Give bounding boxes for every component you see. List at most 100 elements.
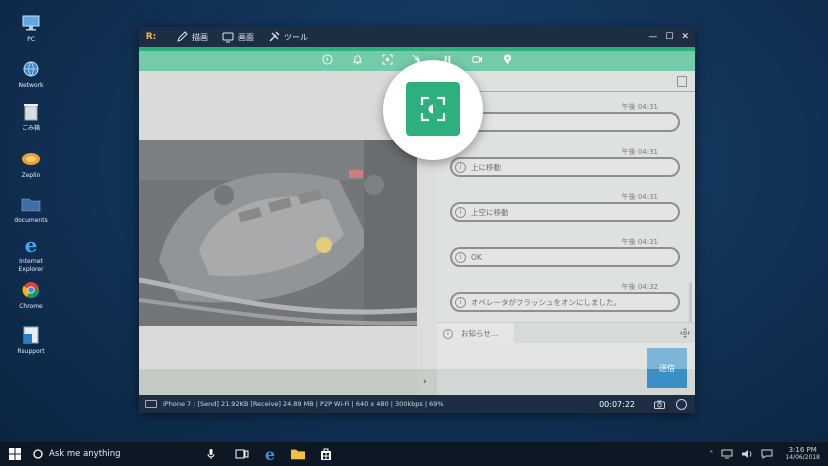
clipboard-icon[interactable] — [677, 76, 687, 87]
message-time: 午後 04:31 — [621, 238, 658, 246]
task-view-icon — [235, 449, 249, 459]
task-view-button[interactable] — [235, 447, 249, 461]
video-button[interactable] — [470, 52, 484, 66]
network-tray-icon[interactable] — [721, 449, 733, 459]
taskbar-edge[interactable]: e — [263, 444, 277, 464]
computer-icon — [20, 12, 42, 34]
desktop-icon-label: PC — [27, 36, 35, 43]
clock[interactable]: 3:16 PM 14/06/2018 — [785, 446, 820, 462]
chat-tabbar: i お知らせ… — [437, 322, 695, 344]
desktop-icon-pc[interactable]: PC — [10, 12, 52, 44]
tools-icon — [269, 31, 280, 42]
screenshot-button-highlight[interactable] — [406, 82, 460, 136]
video-icon — [471, 55, 482, 63]
start-button[interactable] — [0, 448, 30, 460]
location-button[interactable] — [500, 52, 514, 66]
desktop-icon-label: Chrome — [19, 303, 43, 310]
message-text: OK — [471, 252, 482, 262]
message-bubble: i OK — [450, 247, 680, 267]
system-tray: ˄ 3:16 PM 14/06/2018 — [709, 446, 820, 462]
chat-scrollbar[interactable] — [689, 282, 692, 327]
desktop-icon-internet-explorer[interactable]: e Internet Explorer — [10, 234, 52, 274]
info-icon: i — [455, 161, 466, 173]
zeplin-icon — [20, 148, 42, 170]
connection-status: iPhone 7 : [Send] 21.92KB [Receive] 24.8… — [163, 400, 444, 408]
folder-icon — [291, 449, 305, 460]
minimize-button[interactable]: — — [648, 32, 657, 42]
internet-explorer-icon: e — [24, 233, 38, 257]
menu-draw[interactable]: 描画 — [176, 31, 208, 43]
message-time: 午後 04:31 — [621, 193, 658, 201]
remote-view-pane[interactable] — [139, 71, 417, 395]
info-icon: i — [455, 251, 466, 263]
pointer-button[interactable] — [320, 52, 334, 66]
action-center-icon[interactable] — [761, 449, 773, 459]
chat-message: 午後 04:31 i 上に移動 — [450, 147, 680, 177]
windows-icon — [9, 448, 21, 460]
message-input[interactable]: 送信 — [437, 343, 695, 395]
record-icon[interactable] — [676, 398, 687, 410]
taskbar-search[interactable]: Ask me anything — [33, 449, 213, 459]
move-icon[interactable] — [679, 327, 691, 339]
maximize-button[interactable]: ☐ — [665, 32, 673, 42]
desktop-icon-documents[interactable]: documents — [10, 193, 52, 225]
chevron-right-icon: › — [423, 377, 427, 387]
desktop-icon-label: documents — [14, 217, 48, 224]
taskbar-store[interactable] — [319, 447, 333, 461]
close-button[interactable]: ✕ — [681, 32, 689, 42]
message-time: 午後 04:32 — [621, 283, 658, 291]
search-placeholder: Ask me anything — [49, 449, 121, 459]
desktop-icon-recycle-bin[interactable]: ごみ箱 — [10, 101, 52, 133]
chat-message: 午後 04:32 i オペレータがフラッシュをオンにしました。 — [450, 282, 680, 312]
message-text: 上空に移動 — [471, 207, 509, 217]
chat-message: 午後 04:31 i 上空に移動 — [450, 192, 680, 222]
desktop-icon-chrome[interactable]: Chrome — [10, 279, 52, 311]
status-bar: iPhone 7 : [Send] 21.92KB [Receive] 24.8… — [139, 395, 695, 413]
taskbar-file-explorer[interactable] — [291, 447, 305, 461]
desktop-icon-label: Internet Explorer — [18, 258, 44, 273]
tab-notices-label: お知らせ… — [461, 329, 499, 338]
chat-message: 午後 04:31 i OK — [450, 237, 680, 267]
screenshot-icon — [381, 53, 393, 65]
info-icon: i — [443, 328, 453, 339]
screenshot-button[interactable] — [380, 52, 394, 66]
microphone-icon[interactable] — [207, 448, 215, 460]
edge-icon: e — [264, 444, 276, 464]
info-icon: i — [455, 296, 466, 308]
store-icon — [321, 448, 331, 460]
chrome-icon — [20, 279, 42, 301]
volume-icon[interactable] — [741, 449, 753, 459]
pointer-icon — [321, 53, 333, 65]
message-time: 午後 04:31 — [621, 148, 658, 156]
message-bubble: i オペレータがフラッシュをオンにしました。 — [450, 292, 680, 312]
camera-feed-image — [139, 140, 417, 326]
session-timer: 00:07:22 — [599, 399, 635, 409]
chat-message: 午後 04:31 — [450, 102, 680, 132]
camera-icon[interactable] — [654, 400, 665, 409]
screenshot-icon — [420, 96, 446, 122]
network-icon — [20, 58, 42, 80]
message-bubble: i 上に移動 — [450, 157, 680, 177]
recycle-bin-icon — [20, 101, 42, 123]
pen-icon — [177, 31, 188, 42]
desktop-icon-rsupport[interactable]: Rsupport — [10, 324, 52, 356]
folder-icon — [20, 193, 42, 215]
desktop-icon-zeplin[interactable]: Zeplin — [10, 148, 52, 180]
bell-button[interactable] — [350, 52, 364, 66]
info-icon: i — [455, 206, 466, 218]
location-pin-icon — [503, 53, 511, 64]
cortana-icon — [33, 449, 43, 459]
desktop-icon-label: Network — [18, 82, 44, 89]
menu-screen[interactable]: 画面 — [222, 31, 254, 43]
desktop-icon-label: Rsupport — [17, 348, 45, 355]
app-logo: R: — [145, 32, 157, 42]
menu-draw-label: 描画 — [192, 32, 208, 42]
menu-tools-label: ツール — [284, 32, 308, 42]
chevron-up-icon[interactable]: ˄ — [709, 450, 713, 459]
menu-tools[interactable]: ツール — [268, 31, 308, 43]
desktop-icon-network[interactable]: Network — [10, 58, 52, 90]
send-button[interactable]: 送信 — [647, 348, 687, 388]
tab-notices[interactable]: i お知らせ… — [437, 323, 514, 344]
desktop-icon-label: Zeplin — [21, 172, 41, 179]
message-text: オペレータがフラッシュをオンにしました。 — [471, 297, 621, 307]
